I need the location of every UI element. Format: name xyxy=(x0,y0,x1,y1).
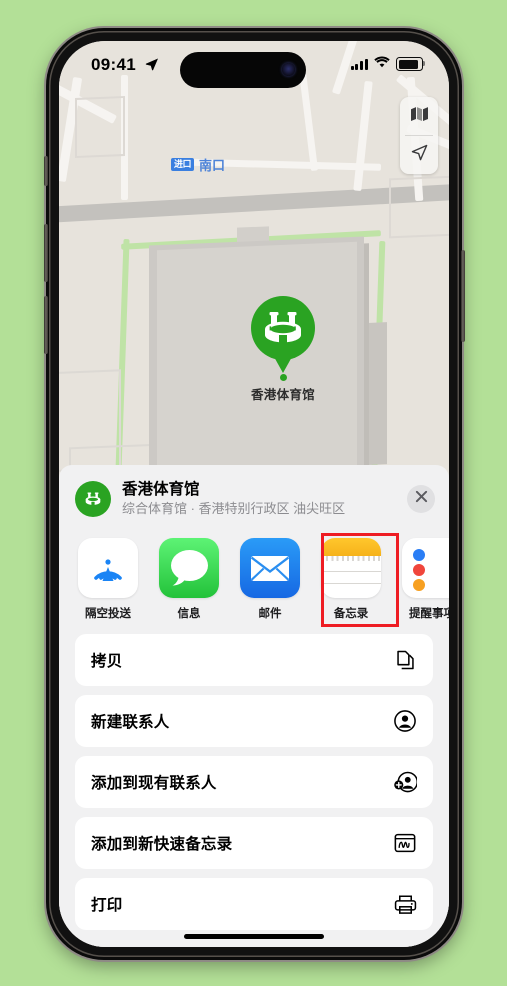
action-label: 添加到现有联系人 xyxy=(91,775,217,792)
map-entrance-label: 进口 南口 xyxy=(171,155,225,174)
share-app-row[interactable]: 隔空投送 信息 邮件 备忘录 提醒事 xyxy=(59,530,449,627)
home-indicator[interactable] xyxy=(184,934,324,939)
map-poi-pin[interactable]: 香港体育馆 xyxy=(223,296,343,403)
status-bar: 09:41 xyxy=(59,41,449,95)
action-label: 添加到新快速备忘录 xyxy=(91,836,233,853)
app-label: 邮件 xyxy=(258,608,282,620)
quick-note-icon xyxy=(393,831,417,855)
battery-icon xyxy=(396,57,426,71)
mail-icon xyxy=(240,538,300,598)
share-sheet-header: 香港体育馆 综合体育馆 · 香港特别行政区 油尖旺区 xyxy=(59,465,449,530)
cellular-bars-icon xyxy=(350,58,368,70)
share-app-airdrop[interactable]: 隔空投送 xyxy=(77,538,139,621)
phone-screen: 进口 南口 香港体育馆 09:41 香港体育馆 综合体育馆 · 香港特别行政区 … xyxy=(59,41,449,947)
action-label: 打印 xyxy=(91,897,123,914)
add-to-contact-icon xyxy=(393,770,417,794)
map-layers-icon xyxy=(410,106,429,127)
map-building xyxy=(75,95,125,159)
entrance-label-text: 南口 xyxy=(199,158,226,173)
action-new-contact[interactable]: 新建联系人 xyxy=(75,695,433,747)
app-label: 提醒事项 xyxy=(409,608,449,620)
volume-up-button[interactable] xyxy=(43,224,48,282)
share-sheet: 香港体育馆 综合体育馆 · 香港特别行政区 油尖旺区 隔空投送 信息 邮件 备忘… xyxy=(59,465,449,947)
messages-icon xyxy=(159,538,219,598)
action-add-to-existing-contact[interactable]: 添加到现有联系人 xyxy=(75,756,433,808)
action-group: 拷贝 xyxy=(75,634,433,686)
notes-icon xyxy=(321,538,381,598)
airdrop-icon xyxy=(78,538,138,598)
power-button[interactable] xyxy=(460,250,465,342)
map-poi-label: 香港体育馆 xyxy=(250,388,315,402)
reminders-icon xyxy=(402,538,449,598)
action-label: 新建联系人 xyxy=(91,714,170,731)
status-indicators xyxy=(350,55,426,73)
share-app-reminders[interactable]: 提醒事项 xyxy=(401,538,449,621)
locate-me-button[interactable] xyxy=(400,136,438,174)
action-button[interactable] xyxy=(43,156,48,186)
map-layers-button[interactable] xyxy=(400,97,438,135)
location-arrow-icon xyxy=(145,57,159,76)
share-sheet-title: 香港体育馆 xyxy=(122,481,200,498)
action-group: 添加到现有联系人 xyxy=(75,756,433,808)
map-controls xyxy=(400,97,438,174)
new-contact-icon xyxy=(393,709,417,733)
share-app-messages[interactable]: 信息 xyxy=(158,538,220,621)
phone-frame: 进口 南口 香港体育馆 09:41 香港体育馆 综合体育馆 · 香港特别行政区 … xyxy=(43,28,465,960)
dynamic-island[interactable] xyxy=(180,52,306,88)
action-group: 打印 xyxy=(75,878,433,930)
app-label: 隔空投送 xyxy=(85,608,131,620)
share-sheet-titles: 香港体育馆 综合体育馆 · 香港特别行政区 油尖旺区 xyxy=(122,480,407,518)
copy-icon xyxy=(393,648,417,672)
map-building xyxy=(389,175,449,239)
share-action-list: 拷贝 新建联系人 添加到现有联系人 添加到新快速备忘录 打印 xyxy=(59,627,449,930)
action-group: 新建联系人 xyxy=(75,695,433,747)
wifi-icon xyxy=(374,55,390,73)
app-label: 信息 xyxy=(177,608,201,620)
action-copy[interactable]: 拷贝 xyxy=(75,634,433,686)
action-print[interactable]: 打印 xyxy=(75,878,433,930)
close-icon xyxy=(415,490,428,508)
app-label: 备忘录 xyxy=(333,608,369,620)
close-button[interactable] xyxy=(407,485,435,513)
front-camera-icon xyxy=(282,63,295,76)
share-sheet-subtitle: 综合体育馆 · 香港特别行政区 油尖旺区 xyxy=(122,501,346,516)
printer-icon xyxy=(393,892,417,916)
action-group: 添加到新快速备忘录 xyxy=(75,817,433,869)
share-app-notes[interactable]: 备忘录 xyxy=(320,538,382,621)
stadium-pin-icon xyxy=(251,296,315,360)
location-arrow-icon xyxy=(410,143,429,167)
stadium-icon xyxy=(75,481,111,517)
action-label: 拷贝 xyxy=(91,653,123,670)
entrance-badge: 进口 xyxy=(171,158,195,171)
pin-anchor-dot xyxy=(279,374,287,381)
status-time: 09:41 xyxy=(91,55,136,74)
map-road xyxy=(353,80,373,192)
share-app-mail[interactable]: 邮件 xyxy=(239,538,301,621)
action-add-to-quick-note[interactable]: 添加到新快速备忘录 xyxy=(75,817,433,869)
volume-down-button[interactable] xyxy=(43,296,48,354)
